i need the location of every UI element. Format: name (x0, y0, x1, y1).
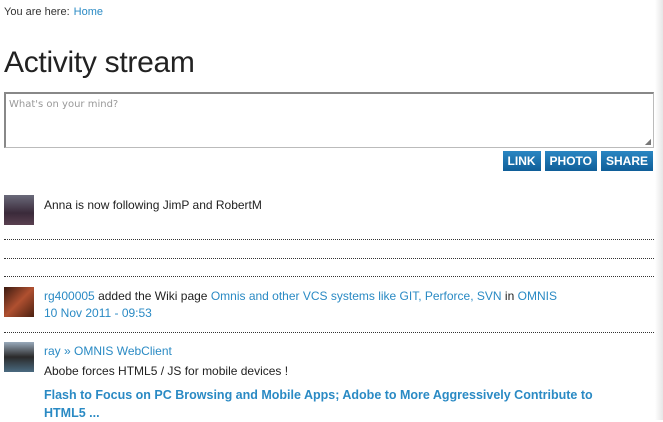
resize-grip-icon[interactable]: ◢ (645, 137, 651, 146)
wiki-page-link[interactable]: Omnis and other VCS systems like GIT, Pe… (211, 289, 502, 303)
breadcrumb: You are here: Home (4, 6, 103, 18)
page-title: Activity stream (4, 46, 195, 79)
activity-text: Anna is now following JimP and RobertM (44, 198, 262, 212)
avatar[interactable] (4, 195, 34, 225)
link-button[interactable]: LINK (502, 151, 541, 171)
shared-link-title[interactable]: Flash to Focus on PC Browsing and Mobile… (44, 386, 634, 422)
in-label: in (504, 289, 515, 303)
photo-button[interactable]: PHOTO (544, 151, 597, 171)
status-placeholder: What's on your mind? (9, 99, 119, 110)
divider (4, 332, 654, 333)
share-button[interactable]: SHARE (600, 151, 653, 171)
user-link[interactable]: rg400005 (44, 289, 95, 303)
divider (4, 258, 654, 259)
divider (4, 276, 654, 277)
avatar[interactable] (4, 287, 34, 317)
user-link[interactable]: ray (44, 344, 61, 358)
timestamp-link[interactable]: 10 Nov 2011 - 09:53 (44, 306, 152, 320)
breadcrumb-home-link[interactable]: Home (74, 6, 103, 18)
activity-action: added the Wiki page (98, 289, 208, 303)
avatar[interactable] (4, 342, 34, 372)
separator: » (64, 344, 71, 358)
status-input[interactable]: What's on your mind? ◢ (4, 92, 654, 148)
activity-text: Abobe forces HTML5 / JS for mobile devic… (44, 364, 289, 378)
breadcrumb-label: You are here: (4, 6, 70, 18)
scrollbar-edge (655, 0, 663, 420)
divider (4, 239, 654, 240)
group-link[interactable]: OMNIS WebClient (74, 344, 172, 358)
group-link[interactable]: OMNIS (518, 289, 557, 303)
